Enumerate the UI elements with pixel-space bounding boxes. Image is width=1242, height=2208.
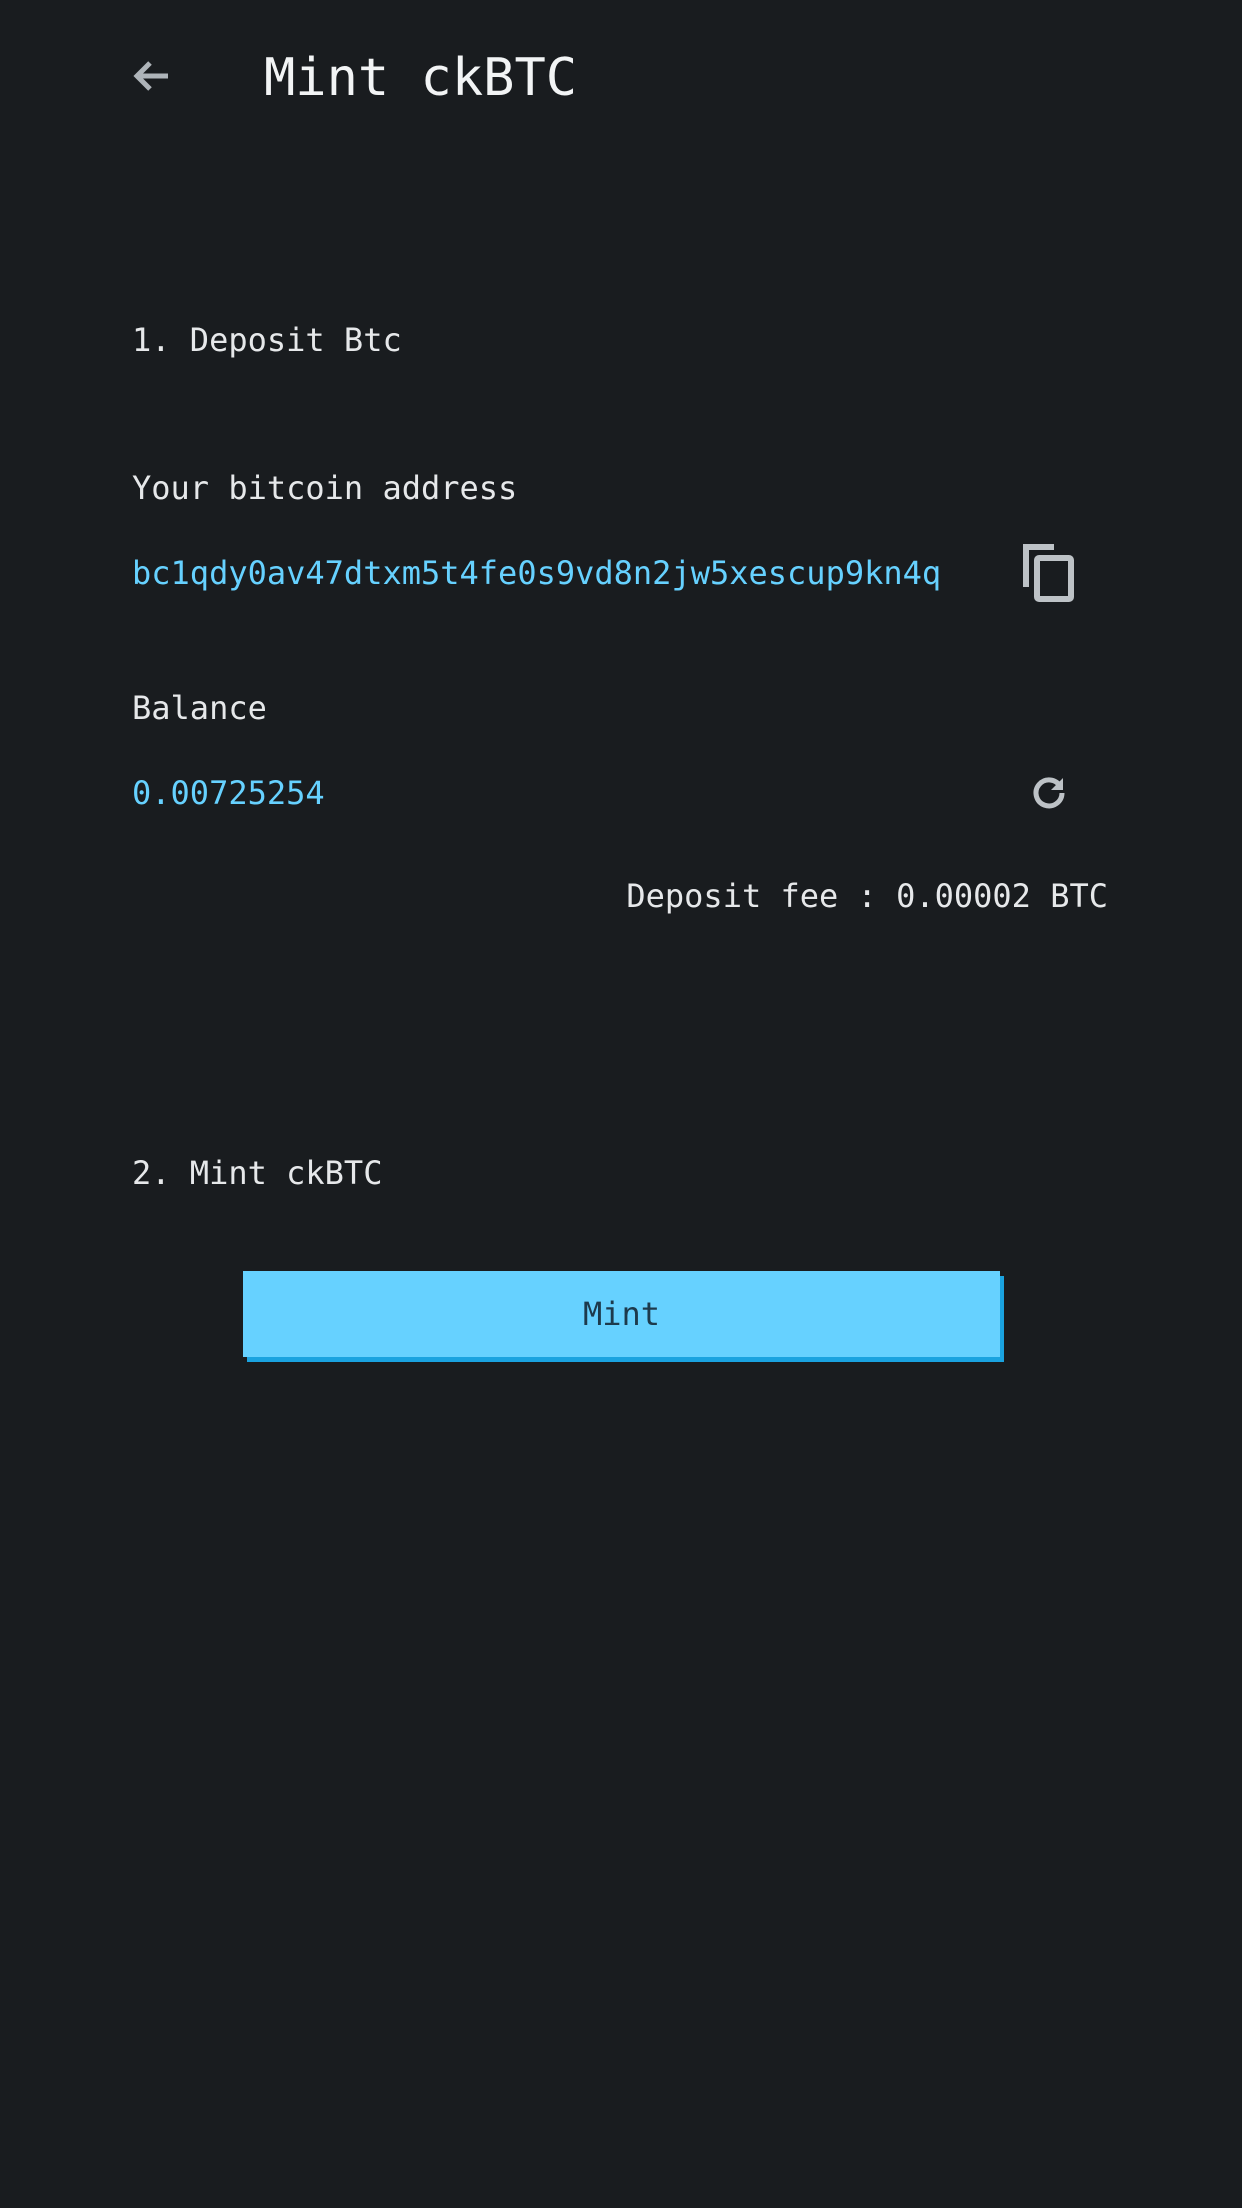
copy-address-button[interactable] bbox=[1016, 538, 1080, 606]
page-title: Mint ckBTC bbox=[264, 48, 578, 108]
refresh-icon bbox=[1033, 777, 1065, 809]
mint-section-heading: 2. Mint ckBTC bbox=[132, 1154, 383, 1192]
balance-value: 0.00725254 bbox=[132, 774, 325, 812]
bitcoin-address[interactable]: bc1qdy0av47dtxm5t4fe0s9vd8n2jw5xescup9kn… bbox=[132, 553, 941, 593]
deposit-section-heading: 1. Deposit Btc bbox=[132, 321, 402, 359]
balance-label: Balance bbox=[132, 689, 267, 727]
arrow-left-icon bbox=[133, 61, 168, 91]
refresh-balance-button[interactable] bbox=[1024, 768, 1074, 818]
back-button[interactable] bbox=[120, 44, 184, 108]
address-label: Your bitcoin address bbox=[132, 469, 518, 507]
mint-button-label: Mint bbox=[582, 1295, 661, 1333]
deposit-fee: Deposit fee : 0.00002 BTC bbox=[626, 877, 1108, 915]
copy-icon bbox=[1023, 544, 1074, 602]
mint-button[interactable]: Mint bbox=[243, 1271, 1000, 1357]
